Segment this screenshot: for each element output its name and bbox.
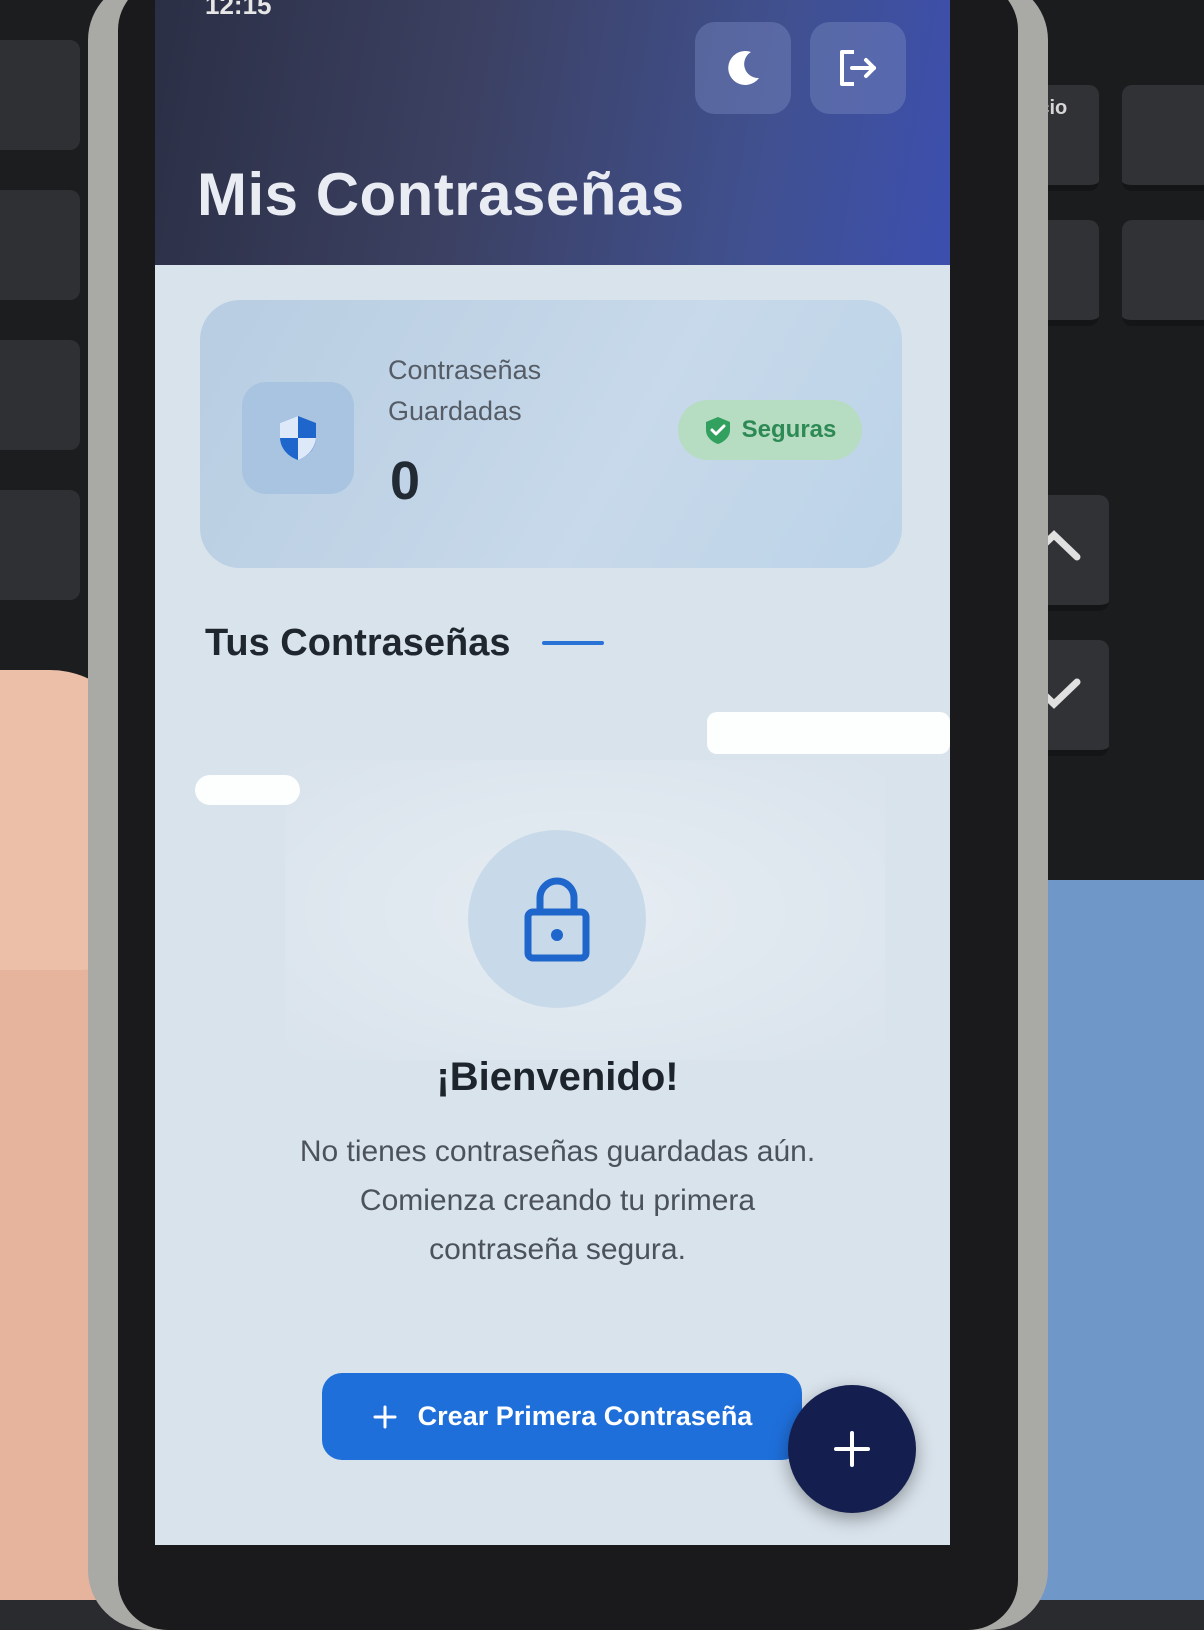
theme-toggle-button[interactable]	[695, 22, 791, 114]
plus-icon	[373, 1405, 397, 1428]
status-badge-label: Seguras	[741, 416, 837, 443]
stats-count: 0	[390, 451, 421, 511]
create-first-password-button[interactable]: Crear Primera Contraseña	[322, 1373, 802, 1460]
welcome-title: ¡Bienvenido!	[436, 1055, 679, 1099]
screen-glare	[707, 712, 950, 754]
plus-icon	[834, 1431, 870, 1467]
status-time: 12:15	[205, 0, 272, 20]
keyboard-key	[0, 490, 80, 600]
shield-icon	[280, 416, 316, 460]
welcome-message-line: No tienes contraseñas guardadas aún.	[299, 1135, 816, 1168]
keyboard-key	[1122, 220, 1204, 326]
welcome-message-line: Comienza creando tu primera contraseña s…	[359, 1184, 756, 1266]
page-title: Mis Contraseñas	[197, 161, 685, 228]
lock-icon	[524, 877, 590, 962]
app-screen: 12:15 Mis Contraseñas Contraseñas Guarda…	[155, 0, 950, 1545]
welcome-message: No tienes contraseñas guardadas aún. Com…	[285, 1127, 830, 1274]
create-button-label: Crear Primera Contraseña	[417, 1401, 753, 1431]
keyboard-key	[0, 190, 80, 300]
stats-label: Contraseñas Guardadas	[388, 355, 542, 426]
empty-state-icon	[468, 830, 646, 1008]
app-header: 12:15 Mis Contraseñas	[155, 0, 950, 265]
check-shield-icon	[705, 417, 730, 444]
add-password-fab[interactable]	[788, 1385, 916, 1513]
screen-glare	[195, 775, 300, 805]
status-badge: Seguras	[678, 400, 862, 460]
moon-icon	[728, 50, 759, 85]
section-title: Tus Contraseñas	[205, 622, 511, 664]
keyboard-key	[0, 40, 80, 150]
keyboard-key	[1122, 85, 1204, 191]
section-underline	[542, 641, 604, 645]
logout-button[interactable]	[810, 22, 906, 114]
keyboard-key	[0, 340, 80, 450]
shield-icon-box	[242, 382, 354, 494]
logout-icon	[840, 50, 876, 86]
stats-card: Contraseñas Guardadas 0 Seguras	[200, 300, 902, 568]
